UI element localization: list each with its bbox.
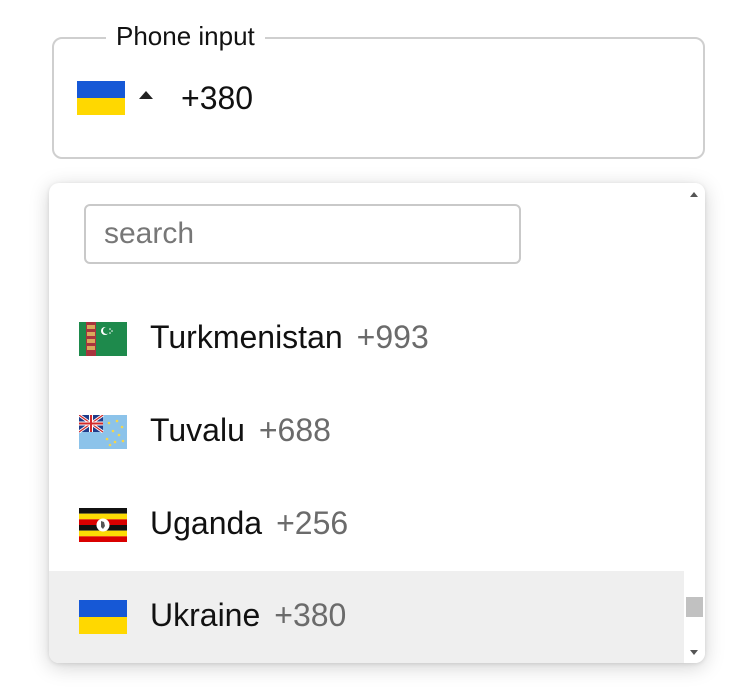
dial-code: +993 [356,319,429,355]
country-option-turkmenistan[interactable]: Turkmenistan +993 [49,293,684,385]
scrollbar-thumb[interactable] [686,597,703,617]
country-name: Tuvalu [150,412,245,448]
dial-code: +688 [258,412,331,448]
dial-code: +256 [276,505,349,541]
country-option-ukraine[interactable]: Ukraine +380 [49,571,684,663]
tuvalu-flag-icon [79,415,127,449]
dropdown-scrollbar[interactable] [684,183,705,663]
country-name: Ukraine [150,597,261,633]
ukraine-flag-icon[interactable] [77,81,125,115]
country-name: Turkmenistan [150,319,343,355]
phone-number-input[interactable] [181,78,581,118]
scroll-up-arrow-icon[interactable] [690,192,698,197]
country-name: Uganda [150,505,263,541]
phone-input-legend: Phone input [106,20,265,52]
uganda-flag-icon [79,508,127,542]
country-option-tuvalu[interactable]: Tuvalu +688 [49,386,684,478]
ukraine-flag-icon [79,600,127,634]
country-dropdown: Turkmenistan +993 Tuvalu +688 [49,183,705,663]
dial-code: +380 [274,597,347,633]
caret-up-icon[interactable] [139,91,153,99]
scroll-down-arrow-icon[interactable] [690,650,698,655]
turkmenistan-flag-icon [79,322,127,356]
country-option-uganda[interactable]: Uganda +256 [49,479,684,571]
country-search-input[interactable] [84,204,521,264]
